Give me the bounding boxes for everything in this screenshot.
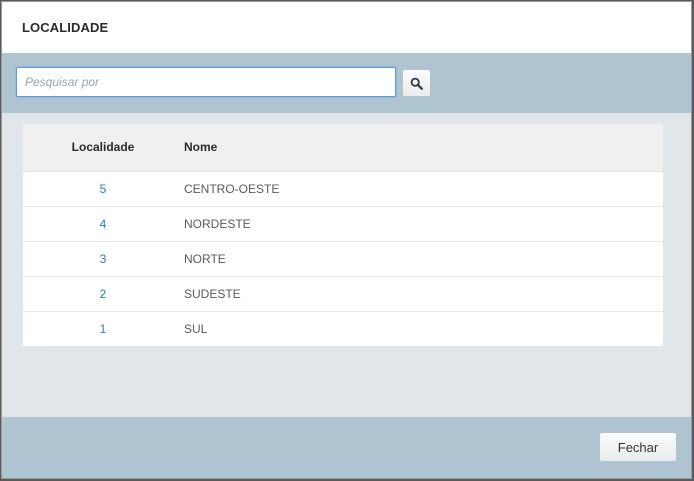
localidade-link[interactable]: 2 <box>23 276 183 312</box>
nome-cell: NORDESTE <box>183 206 663 242</box>
search-icon <box>410 77 423 90</box>
dialog-title: LOCALIDADE <box>22 20 109 35</box>
column-header-localidade[interactable]: Localidade <box>23 124 183 172</box>
nome-cell: NORTE <box>183 241 663 277</box>
localidade-link[interactable]: 1 <box>23 311 183 346</box>
close-button[interactable]: Fechar <box>599 432 677 462</box>
results-table-container: Localidade Nome 5 CENTRO-OESTE 4 NORDEST… <box>23 124 663 346</box>
nome-cell: SUL <box>184 321 208 336</box>
table-row[interactable]: 4 NORDESTE <box>23 206 663 242</box>
table-row[interactable]: 5 CENTRO-OESTE <box>23 171 663 207</box>
search-bar <box>2 53 691 113</box>
localidade-link[interactable]: 4 <box>23 206 183 242</box>
localidade-dialog: LOCALIDADE Localidade Nome 5 <box>1 1 692 479</box>
localidade-link[interactable]: 3 <box>23 241 183 277</box>
dialog-header: LOCALIDADE <box>2 2 691 53</box>
column-header-nome[interactable]: Nome <box>183 124 663 172</box>
localidade-link[interactable]: 5 <box>23 171 183 207</box>
table-row[interactable]: 2 SUDESTE <box>23 276 663 312</box>
table-row[interactable]: 3 NORTE <box>23 241 663 277</box>
nome-cell: SUDESTE <box>183 276 663 312</box>
table-row[interactable]: 1 SUL <box>23 311 663 346</box>
results-table: Localidade Nome 5 CENTRO-OESTE 4 NORDEST… <box>23 124 663 346</box>
search-input[interactable] <box>16 67 396 97</box>
table-header-row: Localidade Nome <box>23 124 663 172</box>
dialog-body: Localidade Nome 5 CENTRO-OESTE 4 NORDEST… <box>2 113 691 417</box>
search-button[interactable] <box>402 69 431 97</box>
dialog-footer: Fechar <box>2 417 691 478</box>
nome-cell: CENTRO-OESTE <box>183 171 663 207</box>
